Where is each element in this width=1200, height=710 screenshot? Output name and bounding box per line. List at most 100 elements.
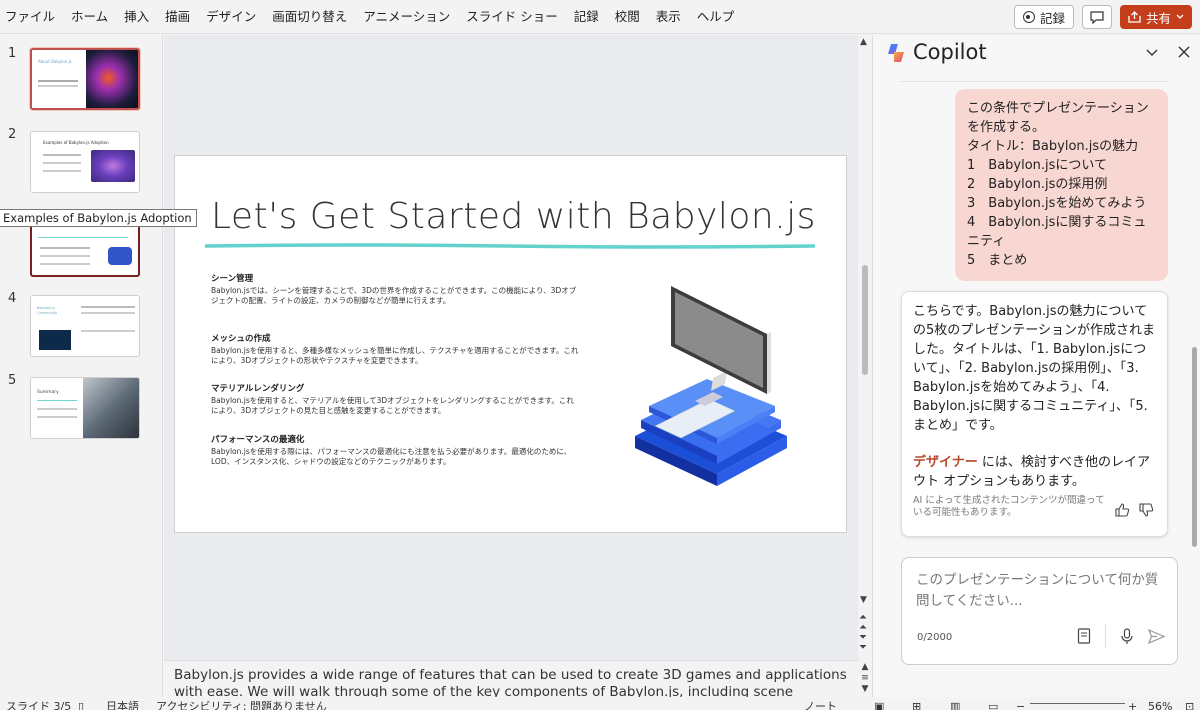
slide-thumbnail-5[interactable]: Summary <box>30 377 140 439</box>
user-message-line: 5 まとめ <box>967 253 1028 268</box>
section-heading: メッシュの作成 <box>211 334 271 344</box>
copilot-response: こちらです。Babylon.jsの魅力についての5枚のプレゼンテーションが作成さ… <box>901 291 1168 537</box>
accessibility-status[interactable]: アクセシビリティ: 問題ありません <box>156 700 327 710</box>
user-message-line: タイトル：Babylon.jsの魅力 <box>967 139 1139 154</box>
section-mesh-creation[interactable]: メッシュの作成 Babylon.jsを使用すると、多種多様なメッシュを簡単に作成… <box>211 332 581 366</box>
slideshow-icon[interactable]: ▭ <box>988 700 998 710</box>
menu-record[interactable]: 記録 <box>566 0 607 34</box>
speaker-notes[interactable]: Babylon.js provides a wide range of feat… <box>164 660 858 697</box>
thumbs-down-icon[interactable] <box>1138 502 1154 518</box>
section-scene-management[interactable]: シーン管理 Babylon.jsでは、シーンを管理することで、3Dの世界を作成す… <box>211 272 581 306</box>
record-button[interactable]: 記録 <box>1013 5 1074 29</box>
menu-view[interactable]: 表示 <box>648 0 689 34</box>
menu-draw[interactable]: 描画 <box>157 0 198 34</box>
slide-title[interactable]: Let's Get Started with Babylon.js <box>211 196 816 237</box>
notes-toggle[interactable]: ノート <box>804 700 837 710</box>
microphone-icon[interactable] <box>1120 627 1134 645</box>
slide-thumbnail-pane: 1 About Babylon.js 2 Examples of Babylon… <box>0 35 197 697</box>
comments-button[interactable] <box>1081 5 1112 29</box>
slide-thumbnail-2[interactable]: Examples of Babylon.js Adoption <box>30 131 140 193</box>
copilot-logo-icon <box>888 44 904 62</box>
close-icon[interactable] <box>1177 45 1191 59</box>
reading-view-icon[interactable]: ▥ <box>950 700 960 710</box>
zoom-slider[interactable] <box>1030 703 1125 704</box>
menu-slideshow[interactable]: スライド ショー <box>458 0 565 34</box>
scroll-up-icon[interactable]: ▲ <box>860 37 867 47</box>
current-slide[interactable]: Let's Get Started with Babylon.js シーン管理 … <box>174 155 847 533</box>
thumbnail-title: Summary <box>37 390 59 395</box>
zoom-level[interactable]: 56% <box>1148 700 1172 710</box>
divider <box>1105 624 1106 648</box>
section-body: Babylon.jsでは、シーンを管理することで、3Dの世界を作成することができ… <box>211 286 577 305</box>
comment-icon <box>1090 10 1104 24</box>
thumbnail-image <box>39 330 71 350</box>
share-button[interactable]: 共有 <box>1119 5 1192 29</box>
menu-home[interactable]: ホーム <box>63 0 116 34</box>
thumbnail-image <box>91 150 135 182</box>
share-icon <box>1128 11 1141 23</box>
user-message-line: この条件でプレゼンテーションを作成する。 <box>967 101 1149 135</box>
designer-link[interactable]: デザイナー <box>913 455 978 470</box>
section-body: Babylon.jsを使用する際には、パフォーマンスの最適化にも注意を払う必要が… <box>211 447 572 466</box>
menu-review[interactable]: 校閲 <box>607 0 648 34</box>
thumbnail-number: 5 <box>8 373 17 388</box>
section-material-rendering[interactable]: マテリアルレンダリング Babylon.jsを使用すると、マテリアルを使用して3… <box>211 382 581 416</box>
notes-scrollbar[interactable]: ▲ ≡ ▼ <box>858 662 872 697</box>
menu-animations[interactable]: アニメーション <box>355 0 458 34</box>
designer-suggestion: デザイナー には、検討すべき他のレイアウト オプションもあります。 <box>913 453 1156 491</box>
copilot-input-box[interactable]: このプレゼンテーションについて何か質問してください... 0/2000 <box>901 557 1178 665</box>
user-message-line: 2 Babylon.jsの採用例 <box>967 177 1108 192</box>
menu-transitions[interactable]: 画面切り替え <box>264 0 355 34</box>
status-bar: スライド 3/5 ▯ 日本語 アクセシビリティ: 問題ありません ノート ▣ ⊞… <box>0 697 1200 710</box>
user-message: この条件でプレゼンテーションを作成する。 タイトル：Babylon.jsの魅力 … <box>955 89 1168 281</box>
language-indicator[interactable]: 日本語 <box>106 700 139 710</box>
menu-insert[interactable]: 挿入 <box>116 0 157 34</box>
next-slide-icon[interactable]: ⏷ ⏷ <box>859 633 867 653</box>
user-message-line: 1 Babylon.jsについて <box>967 158 1108 173</box>
share-label: 共有 <box>1145 10 1171 26</box>
normal-view-icon[interactable]: ▣ <box>874 700 884 710</box>
canvas-scrollbar[interactable]: ▲ ▼ ⏶ ⏶ ⏷ ⏷ <box>858 35 872 660</box>
spellcheck-icon[interactable]: ▯ <box>78 700 84 710</box>
canvas-scroll-thumb[interactable] <box>862 265 868 375</box>
user-message-line: 4 Babylon.jsに関するコミュニティ <box>967 215 1147 249</box>
record-label: 記録 <box>1039 10 1065 26</box>
thumbnail-number: 1 <box>8 46 17 61</box>
prompt-guide-icon[interactable] <box>1077 628 1091 644</box>
copilot-scrollbar[interactable] <box>1190 77 1200 547</box>
chevron-down-icon[interactable] <box>1145 45 1159 59</box>
section-heading: パフォーマンスの最適化 <box>211 435 305 445</box>
thumbnail-number: 4 <box>8 291 17 306</box>
user-message-line: 3 Babylon.jsを始めてみよう <box>967 196 1147 211</box>
thumbs-up-icon[interactable] <box>1114 502 1130 518</box>
response-text: こちらです。Babylon.jsの魅力についての5枚のプレゼンテーションが作成さ… <box>913 304 1156 433</box>
section-body: Babylon.jsを使用すると、多種多様なメッシュを簡単に作成し、テクスチャを… <box>211 346 579 365</box>
title-underline <box>205 243 815 249</box>
send-icon[interactable] <box>1148 628 1165 644</box>
copilot-input[interactable]: このプレゼンテーションについて何か質問してください... <box>916 570 1166 612</box>
thumbnail-image <box>86 50 138 108</box>
slide-thumbnail-4[interactable]: Babylon.js Community <box>30 295 140 357</box>
thumbnail-title: About Babylon.js <box>38 59 72 64</box>
character-counter: 0/2000 <box>917 632 953 643</box>
thumbnail-title: Babylon.js Community <box>37 306 58 315</box>
fit-slide-icon[interactable]: ⊡ <box>1185 700 1194 710</box>
slide-thumbnail-1[interactable]: About Babylon.js <box>30 48 140 110</box>
zoom-in-icon[interactable]: + <box>1128 700 1137 710</box>
menu-design[interactable]: デザイン <box>198 0 264 34</box>
copilot-scroll-thumb[interactable] <box>1192 347 1197 547</box>
scroll-down-icon[interactable]: ▼ <box>860 595 867 605</box>
menu-file[interactable]: ファイル <box>0 0 63 34</box>
section-body: Babylon.jsを使用すると、マテリアルを使用して3Dオブジェクトをレンダリ… <box>211 396 574 415</box>
chevron-down-icon <box>1176 14 1184 19</box>
menu-help[interactable]: ヘルプ <box>689 0 743 34</box>
section-heading: マテリアルレンダリング <box>211 384 305 394</box>
slide-sorter-icon[interactable]: ⊞ <box>912 700 921 710</box>
prev-slide-icon[interactable]: ⏶ ⏶ <box>859 613 867 633</box>
section-performance[interactable]: パフォーマンスの最適化 Babylon.jsを使用する際には、パフォーマンスの最… <box>211 433 581 467</box>
ai-disclaimer: AI によって生成されたコンテンツが間違っている可能性もあります。 <box>913 495 1105 518</box>
thumbnail-number: 2 <box>8 127 17 142</box>
divider <box>901 81 1168 82</box>
zoom-out-icon[interactable]: − <box>1016 700 1025 710</box>
slide-canvas: Let's Get Started with Babylon.js シーン管理 … <box>164 35 858 660</box>
